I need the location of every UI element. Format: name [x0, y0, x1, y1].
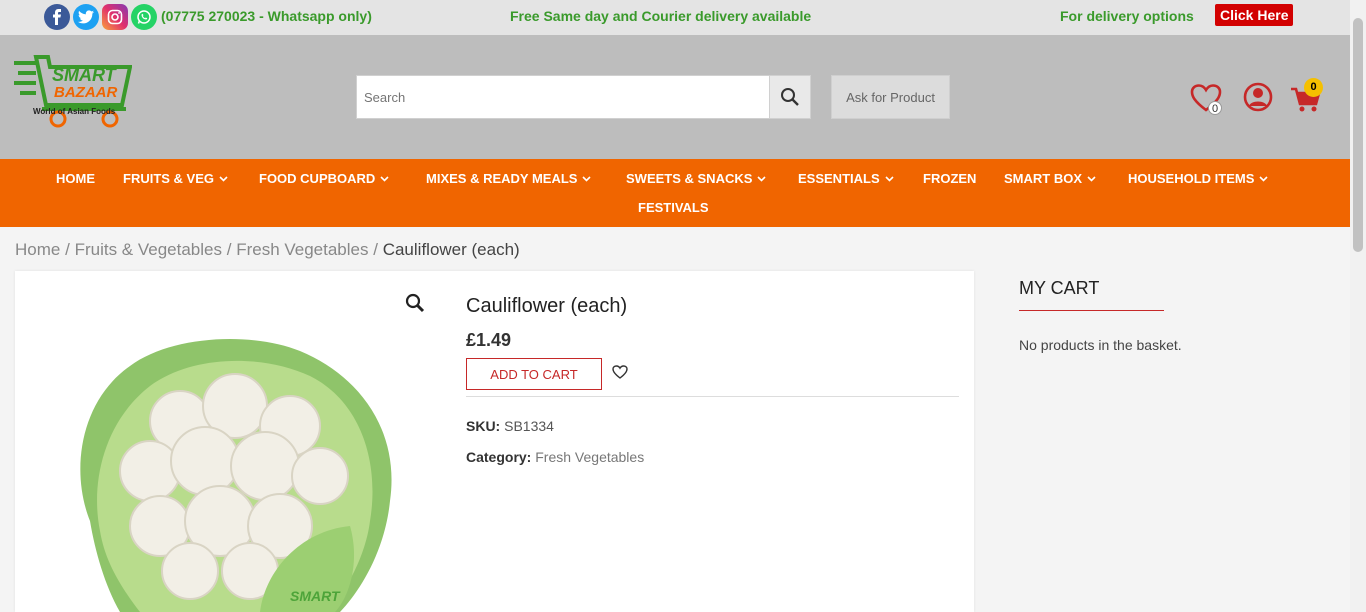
category-link[interactable]: Fresh Vegetables: [535, 449, 644, 465]
nav-label: SMART BOX: [1004, 171, 1082, 186]
nav-label: ESSENTIALS: [798, 171, 880, 186]
nav-fruits-veg[interactable]: FRUITS & VEG: [123, 171, 228, 186]
product-card: SMART Cauliflower (each) £1.49 ADD TO CA…: [15, 271, 974, 612]
page-scrollbar[interactable]: [1350, 0, 1366, 612]
delivery-options-label: For delivery options: [1060, 8, 1194, 24]
nav-label: FROZEN: [923, 171, 977, 186]
my-cart-empty-message: No products in the basket.: [1019, 337, 1182, 353]
my-cart-underline: [1019, 310, 1164, 311]
logo-tagline: World of Asian Foods: [33, 107, 116, 116]
whatsapp-icon[interactable]: [131, 4, 157, 30]
chevron-down-icon: [380, 175, 389, 182]
nav-label: SWEETS & SNACKS: [626, 171, 753, 186]
category-label: Category:: [466, 449, 532, 465]
chevron-down-icon: [582, 175, 592, 182]
nav-label: HOME: [56, 171, 95, 186]
facebook-icon[interactable]: [44, 4, 70, 30]
nav-label: FOOD CUPBOARD: [259, 171, 376, 186]
breadcrumb-separator: /: [226, 240, 232, 259]
nav-label: FESTIVALS: [638, 200, 709, 215]
product-sku: SKU: SB1334: [466, 418, 554, 434]
site-header: SMART BAZAAR World of Asian Foods Ask fo…: [0, 35, 1350, 159]
nav-household-items[interactable]: HOUSEHOLD ITEMS: [1128, 171, 1268, 186]
click-here-button[interactable]: Click Here: [1215, 4, 1294, 26]
zoom-icon[interactable]: [405, 293, 425, 313]
nav-festivals[interactable]: FESTIVALS: [638, 200, 709, 215]
nav-sweets-snacks[interactable]: SWEETS & SNACKS: [626, 171, 766, 186]
svg-text:BAZAAR: BAZAAR: [54, 84, 117, 101]
breadcrumb: Home / Fruits & Vegetables / Fresh Veget…: [15, 240, 520, 260]
product-category: Category: Fresh Vegetables: [466, 449, 644, 465]
search-input[interactable]: [357, 76, 770, 118]
breadcrumb-current: Cauliflower (each): [382, 240, 520, 259]
svg-text:SMART: SMART: [52, 65, 118, 85]
breadcrumb-fresh-vegetables[interactable]: Fresh Vegetables: [236, 240, 368, 259]
my-cart-title: MY CART: [1019, 278, 1100, 298]
sku-value: SB1334: [504, 418, 554, 434]
nav-essentials[interactable]: ESSENTIALS: [798, 171, 894, 186]
nav-label: MIXES & READY MEALS: [426, 171, 578, 186]
nav-mixes-ready-meals[interactable]: MIXES & READY MEALS: [426, 171, 592, 186]
add-to-wishlist-icon[interactable]: [612, 365, 628, 379]
main-navigation: HOME FRUITS & VEG FOOD CUPBOARD MIXES & …: [0, 159, 1350, 227]
twitter-icon[interactable]: [73, 4, 99, 30]
smart-bazaar-logo[interactable]: SMART BAZAAR: [14, 53, 133, 141]
chevron-down-icon: [757, 175, 766, 182]
nav-frozen[interactable]: FROZEN: [923, 171, 976, 186]
ask-for-product-button[interactable]: Ask for Product: [831, 75, 950, 119]
account-icon[interactable]: [1243, 82, 1273, 112]
product-image[interactable]: SMART: [60, 331, 400, 612]
breadcrumb-separator: /: [373, 240, 378, 259]
social-links: [44, 4, 160, 30]
chevron-down-icon: [219, 175, 228, 182]
wishlist-count-badge: 0: [1208, 101, 1222, 115]
nav-smart-box[interactable]: SMART BOX: [1004, 171, 1096, 186]
breadcrumb-separator: /: [65, 240, 70, 259]
nav-label: HOUSEHOLD ITEMS: [1128, 171, 1255, 186]
product-price: £1.49: [466, 330, 512, 350]
chevron-down-icon: [1259, 175, 1268, 182]
cart-count-badge: 0: [1304, 78, 1323, 97]
svg-text:SMART: SMART: [290, 588, 341, 604]
phone-number: (07775 270023 - Whatsapp only): [161, 8, 372, 24]
top-bar: (07775 270023 - Whatsapp only) Free Same…: [0, 0, 1350, 35]
product-title: Cauliflower (each): [466, 295, 628, 317]
delivery-message: Free Same day and Courier delivery avail…: [510, 8, 812, 24]
nav-home[interactable]: HOME: [56, 171, 95, 186]
instagram-icon[interactable]: [102, 4, 128, 30]
add-to-cart-button[interactable]: ADD TO CART: [466, 358, 602, 390]
chevron-down-icon: [1087, 175, 1096, 182]
product-divider: [466, 396, 959, 397]
search-button[interactable]: [769, 76, 810, 118]
nav-label: FRUITS & VEG: [123, 171, 215, 186]
search-bar: [356, 75, 811, 119]
breadcrumb-home[interactable]: Home: [15, 240, 60, 259]
search-icon: [781, 88, 799, 106]
breadcrumb-fruits-vegetables[interactable]: Fruits & Vegetables: [75, 240, 222, 259]
nav-food-cupboard[interactable]: FOOD CUPBOARD: [259, 171, 389, 186]
sku-label: SKU:: [466, 418, 501, 434]
scrollbar-thumb[interactable]: [1353, 18, 1363, 252]
chevron-down-icon: [885, 175, 894, 182]
